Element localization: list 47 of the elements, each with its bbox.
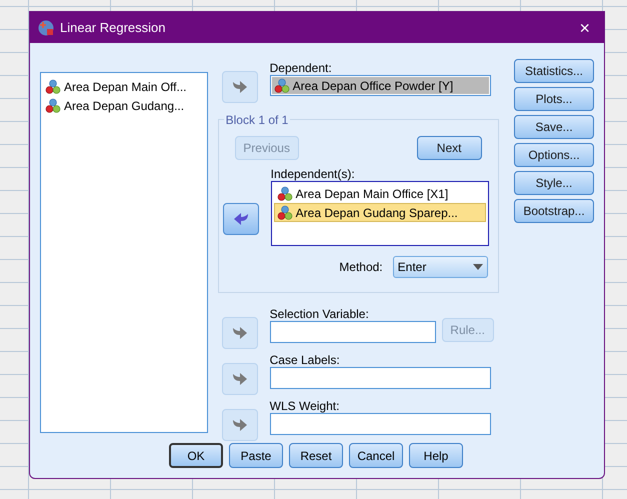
variable-icon	[45, 78, 61, 94]
field-label: Independent(s):	[270, 166, 356, 181]
method-label: Method:	[339, 259, 383, 276]
right-arrow-icon	[232, 372, 248, 386]
variable-label: Area Depan Main Office [X1]	[296, 186, 448, 202]
right-arrow-icon	[232, 418, 248, 432]
dialog-button[interactable]: Cancel	[349, 443, 403, 468]
field-label: Dependent:	[270, 60, 333, 75]
dropdown-caret-icon	[472, 264, 483, 270]
dialog-button[interactable]: Bootstrap...	[514, 199, 594, 223]
variable-icon	[276, 186, 293, 202]
app-icon	[38, 20, 54, 36]
dialog-button[interactable]: OK	[169, 443, 223, 468]
dialog-button[interactable]: Help	[409, 443, 463, 468]
field-label: Case Labels:	[270, 352, 341, 367]
left-arrow-icon	[232, 212, 249, 226]
field-label: WLS Weight:	[270, 398, 340, 413]
variable-label: Area Depan Gudang Sparep...	[296, 204, 458, 222]
variable-icon	[45, 98, 61, 114]
right-arrow-icon	[232, 80, 248, 94]
input-field[interactable]	[270, 413, 491, 435]
dialog-button[interactable]: Plots...	[514, 87, 594, 111]
next-button[interactable]: Next	[416, 136, 482, 160]
dialog-button[interactable]: Options...	[514, 143, 594, 167]
close-button[interactable]: ×	[573, 18, 596, 36]
dialog-button[interactable]: Paste	[229, 443, 283, 468]
variable-item[interactable]: Area Depan Main Office [X1]	[274, 184, 486, 203]
input-field[interactable]	[270, 321, 436, 343]
dialog-button[interactable]: Statistics...	[514, 59, 594, 83]
variable-label: Area Depan Gudang...	[64, 98, 184, 114]
dialog-button[interactable]: Save...	[514, 115, 594, 139]
variable-label: Area Depan Main Off...	[64, 78, 187, 96]
variable-icon	[274, 78, 290, 94]
dialog-button[interactable]: Reset	[289, 443, 343, 468]
method-dropdown[interactable]: Enter	[392, 256, 488, 278]
input-field[interactable]	[270, 367, 491, 389]
independent-list[interactable]: Area Depan Main Office [X1] Area Depan Gudang Sparep...	[270, 181, 489, 246]
variable-item[interactable]: Area Depan Gudang Sparep...	[274, 203, 486, 222]
right-arrow-icon	[232, 326, 248, 340]
variable-label: Area Depan Office Powder [Y]	[292, 78, 454, 94]
variable-item[interactable]: Area Depan Main Off...	[43, 77, 205, 96]
window-title: Linear Regression	[60, 18, 167, 37]
variable-item[interactable]: Area Depan Gudang...	[43, 96, 205, 115]
variable-icon	[276, 204, 293, 220]
move-button[interactable]	[222, 203, 259, 235]
field-label: Selection Variable:	[270, 306, 370, 321]
dialog-button[interactable]: Style...	[514, 171, 594, 195]
